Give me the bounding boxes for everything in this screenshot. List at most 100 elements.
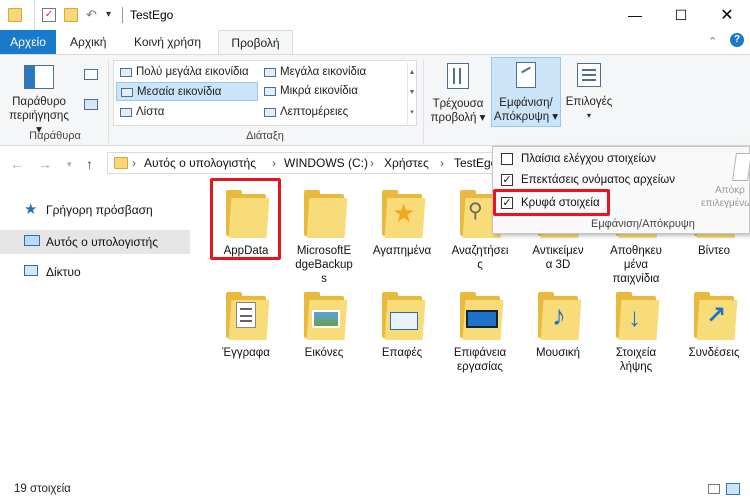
downloads-folder-icon: ↓ bbox=[614, 292, 660, 340]
tab-home[interactable]: Αρχική bbox=[62, 30, 114, 54]
extra-large-icons-icon bbox=[120, 68, 132, 77]
navigation-pane-button[interactable]: Παράθυρο περιήγησης ▾ bbox=[8, 61, 70, 136]
folder-name: Συνδέσεις bbox=[688, 347, 740, 359]
current-view-button[interactable]: Τρέχουσα προβολή ▾ bbox=[428, 61, 488, 125]
new-folder-icon[interactable] bbox=[64, 8, 78, 22]
folder-name: Έγγραφα bbox=[222, 347, 270, 359]
nav-label: Αυτός ο υπολογιστής bbox=[46, 235, 158, 249]
gallery-scroll[interactable]: ▲ ▼ ▾ bbox=[407, 63, 416, 125]
layout-extra-large-icons[interactable]: Πολύ μεγάλα εικονίδια bbox=[116, 63, 262, 82]
forward-arrow-icon[interactable]: → bbox=[38, 156, 52, 172]
highlight-hidden-items bbox=[493, 189, 610, 216]
recent-locations-chevron-icon[interactable]: ▾ bbox=[67, 159, 72, 170]
help-icon[interactable]: ? bbox=[730, 33, 744, 47]
folder-name: Στοιχεία λήψης bbox=[615, 347, 657, 373]
navigation-pane-icon bbox=[24, 65, 54, 89]
layout-item-label: Πολύ μεγάλα εικονίδια bbox=[136, 66, 249, 78]
list-icon bbox=[120, 108, 132, 117]
chevron-up-icon[interactable]: ⌃ bbox=[708, 35, 717, 48]
item-checkboxes-option[interactable]: Πλαίσια ελέγχου στοιχείων bbox=[501, 150, 656, 168]
checkbox[interactable] bbox=[501, 153, 513, 165]
undo-icon[interactable]: ↶ bbox=[86, 8, 100, 22]
folder-icon bbox=[8, 8, 22, 22]
details-pane-icon[interactable] bbox=[84, 99, 98, 110]
back-arrow-icon[interactable]: ← bbox=[10, 156, 24, 172]
hide-selected-label-2: επιλεγμένων bbox=[701, 198, 750, 209]
title-bar: ✓ ↶ ▾ TestEgo — ☐ ✕ bbox=[0, 0, 750, 30]
layout-item-label: Μικρά εικονίδια bbox=[280, 85, 358, 97]
nav-quick-access[interactable]: ★ Γρήγορη πρόσβαση bbox=[0, 198, 190, 222]
minimize-button[interactable]: — bbox=[612, 0, 658, 30]
links-folder-icon: ↗ bbox=[692, 292, 738, 340]
highlight-appdata bbox=[210, 178, 281, 260]
star-icon: ★ bbox=[24, 201, 38, 218]
show-hide-button[interactable]: Εμφάνιση/ Απόκρυψη ▾ bbox=[491, 57, 561, 127]
ribbon-tabs: Αρχείο Αρχική Κοινή χρήση Προβολή ⌃ ? bbox=[0, 30, 750, 55]
details-icon bbox=[264, 108, 276, 117]
layout-small-icons[interactable]: Μικρά εικονίδια bbox=[260, 82, 406, 101]
folder-item[interactable]: ♪ Μουσική bbox=[520, 292, 596, 360]
crumb-this-pc[interactable]: Αυτός ο υπολογιστής bbox=[144, 156, 256, 170]
layout-details[interactable]: Λεπτομέρειες bbox=[260, 103, 406, 122]
computer-icon bbox=[24, 235, 40, 246]
layout-list[interactable]: Λίστα bbox=[116, 103, 262, 122]
customize-quick-access-chevron-icon[interactable]: ▾ bbox=[106, 8, 120, 22]
ribbon: Παράθυρο περιήγησης ▾ Παράθυρα Πολύ μεγά… bbox=[0, 54, 750, 146]
options-icon bbox=[577, 63, 601, 87]
group-label-layout: Διάταξη bbox=[246, 130, 284, 142]
close-button[interactable]: ✕ bbox=[704, 0, 750, 30]
preview-pane-icon[interactable] bbox=[84, 69, 98, 80]
folder-item[interactable]: Εικόνες bbox=[286, 292, 362, 360]
tab-view[interactable]: Προβολή bbox=[218, 30, 293, 55]
layout-item-label: Μεσαία εικονίδια bbox=[137, 86, 222, 98]
folder-name: Βίντεο bbox=[697, 245, 731, 257]
crumb-drive[interactable]: WINDOWS (C:) bbox=[284, 156, 368, 170]
folder-name: MicrosoftE dgeBackup s bbox=[295, 245, 353, 285]
address-bar[interactable]: › Αυτός ο υπολογιστής › WINDOWS (C:) › Χ… bbox=[107, 152, 493, 174]
options-label: Επιλογές bbox=[565, 96, 613, 108]
checkbox[interactable]: ✓ bbox=[501, 174, 513, 186]
folder-item[interactable]: ↓ Στοιχεία λήψης bbox=[598, 292, 674, 374]
option-label: Επεκτάσεις ονόματος αρχείων bbox=[521, 174, 675, 186]
folder-item[interactable]: ↗ Συνδέσεις bbox=[676, 292, 750, 360]
current-view-label-2: προβολή ▾ bbox=[430, 112, 486, 124]
group-label-panes: Παράθυρα bbox=[29, 130, 81, 142]
folder-name: Αναζητήσει ς bbox=[451, 245, 509, 271]
crumb-separator: › bbox=[370, 156, 374, 170]
crumb-separator: › bbox=[272, 156, 276, 170]
network-icon bbox=[24, 265, 38, 276]
crumb-separator: › bbox=[440, 156, 444, 170]
chevron-down-icon: ▾ bbox=[586, 111, 591, 120]
small-icons-icon bbox=[264, 87, 276, 96]
nav-label: Δίκτυο bbox=[46, 265, 81, 279]
contacts-folder-icon bbox=[380, 292, 426, 340]
crumb-users[interactable]: Χρήστες bbox=[384, 156, 429, 170]
layout-large-icons[interactable]: Μεγάλα εικονίδια bbox=[260, 63, 406, 82]
folder-item[interactable]: Έγγραφα bbox=[208, 292, 284, 360]
tab-file[interactable]: Αρχείο bbox=[0, 30, 56, 54]
favorites-folder-icon: ★ bbox=[380, 190, 426, 238]
properties-icon[interactable]: ✓ bbox=[42, 8, 56, 22]
large-icons-view-icon[interactable] bbox=[726, 483, 740, 495]
folder-item[interactable]: Επαφές bbox=[364, 292, 440, 360]
up-arrow-icon[interactable]: ↑ bbox=[86, 156, 93, 172]
layout-medium-icons[interactable]: Μεσαία εικονίδια bbox=[116, 82, 258, 101]
folder-item[interactable]: MicrosoftE dgeBackup s bbox=[286, 190, 362, 286]
details-view-icon[interactable] bbox=[708, 484, 720, 494]
options-button[interactable]: Επιλογές ▾ bbox=[563, 61, 615, 125]
hide-selected-icon[interactable] bbox=[732, 153, 750, 181]
crumb-user[interactable]: TestEgo bbox=[454, 156, 492, 170]
folder-item[interactable]: ★ Αγαπημένα bbox=[364, 190, 440, 258]
layout-item-label: Λεπτομέρειες bbox=[280, 106, 349, 118]
nav-this-pc[interactable]: Αυτός ο υπολογιστής bbox=[0, 230, 190, 254]
tab-share[interactable]: Κοινή χρήση bbox=[126, 30, 209, 54]
file-extensions-option[interactable]: ✓ Επεκτάσεις ονόματος αρχείων bbox=[501, 171, 675, 189]
nav-network[interactable]: Δίκτυο bbox=[0, 260, 190, 284]
status-bar: 19 στοιχεία bbox=[0, 480, 750, 500]
group-label-show-hide: Εμφάνιση/Απόκρυψη bbox=[591, 218, 695, 230]
folder-name: Αγαπημένα bbox=[372, 245, 432, 257]
folder-item[interactable]: Επιφάνεια εργασίας bbox=[442, 292, 518, 374]
current-view-icon bbox=[447, 63, 469, 89]
show-hide-icon bbox=[516, 62, 536, 88]
maximize-button[interactable]: ☐ bbox=[658, 0, 704, 30]
